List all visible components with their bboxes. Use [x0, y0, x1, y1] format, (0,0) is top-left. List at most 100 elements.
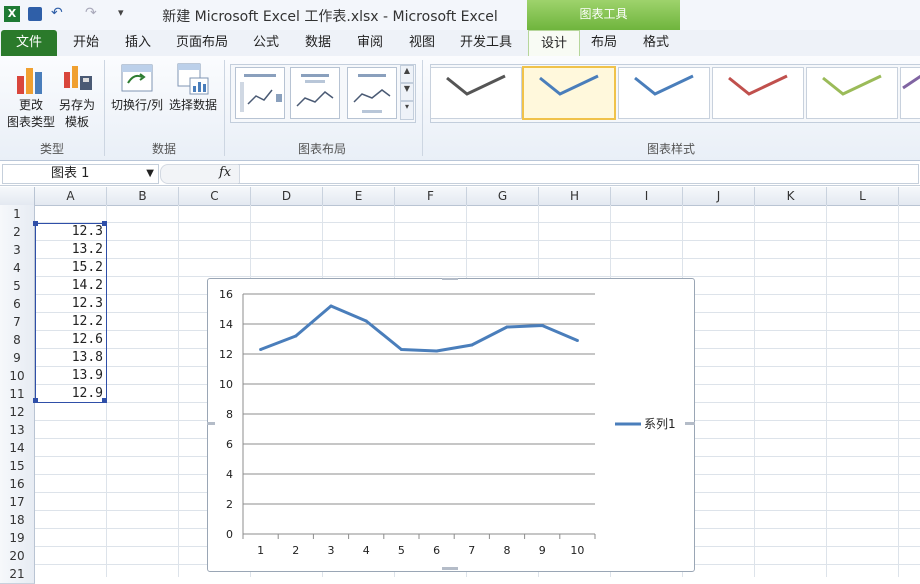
data-point [259, 348, 263, 351]
data-point [294, 334, 298, 338]
x-tick-label: 7 [468, 544, 475, 557]
gallery-scroll-down[interactable]: ▼ [400, 83, 414, 101]
chart-layout-thumb-2[interactable] [290, 67, 340, 119]
gallery-scroll-up[interactable]: ▲ [400, 65, 414, 83]
row-header[interactable]: 6 [0, 295, 35, 314]
chart-style-thumb-1[interactable] [430, 67, 522, 119]
column-header-a[interactable]: A [35, 187, 107, 205]
row-header[interactable]: 7 [0, 313, 35, 332]
column-header-d[interactable]: D [251, 187, 323, 205]
tab-file[interactable]: 文件 [1, 30, 57, 56]
resize-handle [442, 567, 458, 570]
row-header[interactable]: 10 [0, 367, 35, 386]
row-header[interactable]: 12 [0, 403, 35, 422]
tab-design[interactable]: 设计 [528, 30, 580, 57]
row-header[interactable]: 4 [0, 259, 35, 278]
data-point [329, 304, 333, 308]
y-tick-label: 6 [226, 438, 233, 451]
row-header[interactable]: 13 [0, 421, 35, 440]
formula-input[interactable] [238, 164, 919, 184]
change-chart-type-label-2[interactable]: 图表类型 [2, 114, 60, 131]
selection-handle[interactable] [33, 398, 38, 403]
data-point [540, 324, 544, 327]
tab-page-layout[interactable]: 页面布局 [172, 30, 232, 56]
x-tick-label: 9 [539, 544, 546, 557]
row-header[interactable]: 20 [0, 547, 35, 566]
data-point [435, 349, 439, 353]
tab-developer[interactable]: 开发工具 [454, 30, 518, 56]
save-as-template-icon[interactable] [62, 62, 96, 96]
row-header[interactable]: 14 [0, 439, 35, 458]
column-header-k[interactable]: K [755, 187, 827, 205]
column-header-j[interactable]: J [683, 187, 755, 205]
row-header[interactable]: 3 [0, 241, 35, 260]
row-header[interactable]: 8 [0, 331, 35, 350]
column-header-b[interactable]: B [107, 187, 179, 205]
data-point [364, 319, 368, 323]
y-tick-label: 10 [219, 378, 233, 391]
x-tick-label: 4 [363, 544, 370, 557]
chart-tools-label: 图表工具 [579, 7, 628, 21]
tab-data[interactable]: 数据 [296, 30, 340, 56]
column-header-l[interactable]: L [827, 187, 899, 205]
select-data-label[interactable]: 选择数据 [166, 97, 220, 114]
data-point [575, 339, 579, 342]
tab-format[interactable]: 格式 [634, 30, 678, 56]
row-header[interactable]: 9 [0, 349, 35, 368]
selection-handle[interactable] [102, 221, 107, 226]
row-header[interactable]: 16 [0, 475, 35, 494]
switch-row-column-icon[interactable] [120, 63, 154, 95]
tab-home[interactable]: 开始 [64, 30, 108, 56]
row-header[interactable]: 21 [0, 565, 35, 584]
chart-style-thumb-4[interactable] [712, 67, 804, 119]
row-header[interactable]: 2 [0, 223, 35, 242]
change-chart-type-icon[interactable] [14, 62, 48, 96]
column-header-e[interactable]: E [323, 187, 395, 205]
data-point [505, 325, 509, 329]
chart-layout-thumb-3[interactable] [347, 67, 397, 119]
chart-style-thumb-2[interactable] [522, 66, 616, 120]
chevron-down-icon[interactable]: ▼ [146, 165, 154, 183]
gallery-more[interactable]: ▾ [400, 101, 414, 120]
save-as-template-label-1[interactable]: 另存为 [54, 97, 100, 114]
tab-insert[interactable]: 插入 [116, 30, 160, 56]
tab-layout[interactable]: 布局 [582, 30, 626, 56]
select-all-corner[interactable] [0, 187, 35, 205]
select-data-icon[interactable] [176, 62, 210, 96]
chart-style-thumb-3[interactable] [618, 67, 710, 119]
insert-function-icon[interactable]: fx [219, 165, 231, 180]
row-header[interactable]: 11 [0, 385, 35, 404]
group-label-styles: 图表样式 [646, 142, 695, 156]
selection-handle[interactable] [33, 221, 38, 226]
change-chart-type-label-1[interactable]: 更改 [2, 97, 60, 114]
column-header-g[interactable]: G [467, 187, 539, 205]
chart-layout-thumb-1[interactable] [235, 67, 285, 119]
row-header[interactable]: 5 [0, 277, 35, 296]
x-tick-label: 10 [570, 544, 584, 557]
resize-handle [442, 278, 458, 280]
x-tick-label: 1 [257, 544, 264, 557]
x-tick-label: 6 [433, 544, 440, 557]
name-box[interactable]: 图表 1 ▼ [2, 164, 159, 184]
y-tick-label: 4 [226, 468, 233, 481]
tab-view[interactable]: 视图 [400, 30, 444, 56]
selection-handle[interactable] [102, 398, 107, 403]
row-header[interactable]: 1 [0, 205, 35, 224]
legend-label: 系列1 [644, 417, 676, 431]
column-header-h[interactable]: H [539, 187, 611, 205]
series-line [260, 304, 578, 353]
column-header-c[interactable]: C [179, 187, 251, 205]
switch-row-column-label[interactable]: 切换行/列 [109, 97, 165, 114]
tab-formulas[interactable]: 公式 [244, 30, 288, 56]
column-header-f[interactable]: F [395, 187, 467, 205]
x-tick-label: 8 [504, 544, 511, 557]
row-header[interactable]: 17 [0, 493, 35, 512]
tab-review[interactable]: 审阅 [348, 30, 392, 56]
row-header[interactable]: 15 [0, 457, 35, 476]
row-header[interactable]: 19 [0, 529, 35, 548]
chart-style-thumb-6[interactable] [900, 67, 920, 119]
row-header[interactable]: 18 [0, 511, 35, 530]
column-header-i[interactable]: I [611, 187, 683, 205]
save-as-template-label-2[interactable]: 模板 [54, 114, 100, 131]
chart-style-thumb-5[interactable] [806, 67, 898, 119]
